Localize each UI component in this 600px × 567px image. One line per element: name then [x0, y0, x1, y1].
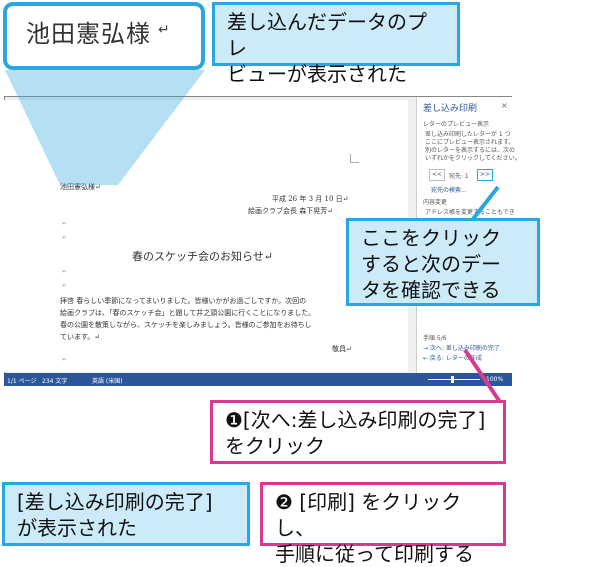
pane-description: いずれかをクリックしてください。	[425, 155, 521, 162]
find-recipient-link[interactable]: 宛先の検索...	[431, 185, 467, 194]
paragraph-mark: ↵	[62, 356, 68, 363]
zoomed-recipient-name: 池田憲弘様	[26, 20, 151, 48]
next-callout: ここをクリック すると次のデー タを確認できる	[346, 218, 540, 306]
date-line: 平成 26 年 3 月 10 日↵	[272, 195, 349, 203]
step2-callout-line: ❷ [印刷] をクリックし、	[275, 490, 462, 540]
document-title: 春のスケッチ会のお知らせ↵	[132, 250, 273, 263]
language[interactable]: 英語 (米国)	[92, 376, 123, 385]
zoom-level[interactable]: 100%	[486, 376, 503, 383]
next-callout-line: タを確認できる	[361, 278, 501, 302]
pane-title: 差し込み印刷	[423, 104, 478, 114]
recipient-line: 池田憲弘様↵	[60, 183, 101, 191]
step-indicator: 手順 5/6	[423, 335, 447, 342]
zoom-slider-thumb[interactable]	[451, 376, 454, 383]
pane-section-heading: レターのプレビュー表示	[423, 121, 490, 128]
complete-callout-line: が表示された	[17, 516, 137, 540]
complete-callout: [差し込み印刷の完了] が表示された	[2, 482, 250, 546]
closing-line: 敬具↵	[332, 345, 352, 353]
paragraph-mark: ↵	[62, 234, 68, 241]
next-callout-line: ここをクリック	[361, 226, 501, 250]
preview-callout: 差し込んだデータのプレ ビューが表示された	[212, 2, 460, 86]
close-icon[interactable]: ×	[501, 101, 508, 110]
complete-callout-line: [差し込み印刷の完了]	[17, 490, 213, 514]
edit-recipient-text: アドレス帳を変更することもでき	[425, 209, 515, 216]
body-line: 拝啓 春らしい季節になってまいりました。皆様いかがお過ごしですか。次回の	[60, 297, 307, 305]
prev-recipient-button[interactable]: <<	[429, 169, 445, 181]
step1-callout-line: をクリック	[225, 434, 325, 458]
preview-callout-line: 差し込んだデータのプレ	[227, 10, 427, 60]
step1-callout: ❶[次へ:差し込み印刷の完了] をクリック	[210, 400, 506, 464]
paragraph-mark: ↵	[62, 220, 68, 227]
pane-section-heading: 内容変更	[423, 199, 448, 206]
step1-callout-line: ❶[次へ:差し込み印刷の完了]	[225, 408, 486, 432]
body-line: ています。↵	[60, 333, 101, 341]
preview-callout-line: ビューが表示された	[227, 62, 407, 86]
sender-line: 絵画クラブ会長 森下晃芳↵	[248, 207, 334, 215]
page-count[interactable]: 1/1 ページ	[7, 376, 36, 385]
margin-mark	[350, 154, 359, 163]
status-bar: 1/1 ページ 234 文字 英語 (米国) 100%	[4, 373, 512, 386]
word-count[interactable]: 234 文字	[42, 376, 67, 385]
paragraph-mark: ↵	[62, 282, 68, 289]
step2-callout-line: 手順に従って印刷する	[275, 542, 474, 566]
next-recipient-button[interactable]: >>	[477, 169, 493, 181]
paragraph-mark: ↵	[62, 268, 68, 275]
next-complete-link[interactable]: → 次へ: 差し込み印刷の完了	[423, 343, 500, 352]
step2-callout: ❷ [印刷] をクリックし、 手順に従って印刷する	[260, 482, 506, 566]
body-line: 絵画クラブは、「春のスケッチ会」と題して井之頭公園に行くことになりました。	[60, 309, 316, 317]
zoom-slider[interactable]	[428, 379, 480, 380]
paragraph-mark: ↵	[158, 22, 170, 38]
next-callout-line: すると次のデー	[361, 252, 501, 276]
recipient-counter: 宛先: 1	[449, 173, 469, 180]
back-link[interactable]: ← 戻る: レターの作成	[423, 353, 482, 362]
body-line: 春の公園を散策しながら、スケッチを楽しみましょう。皆様のご参加をお待ちし	[60, 321, 312, 329]
